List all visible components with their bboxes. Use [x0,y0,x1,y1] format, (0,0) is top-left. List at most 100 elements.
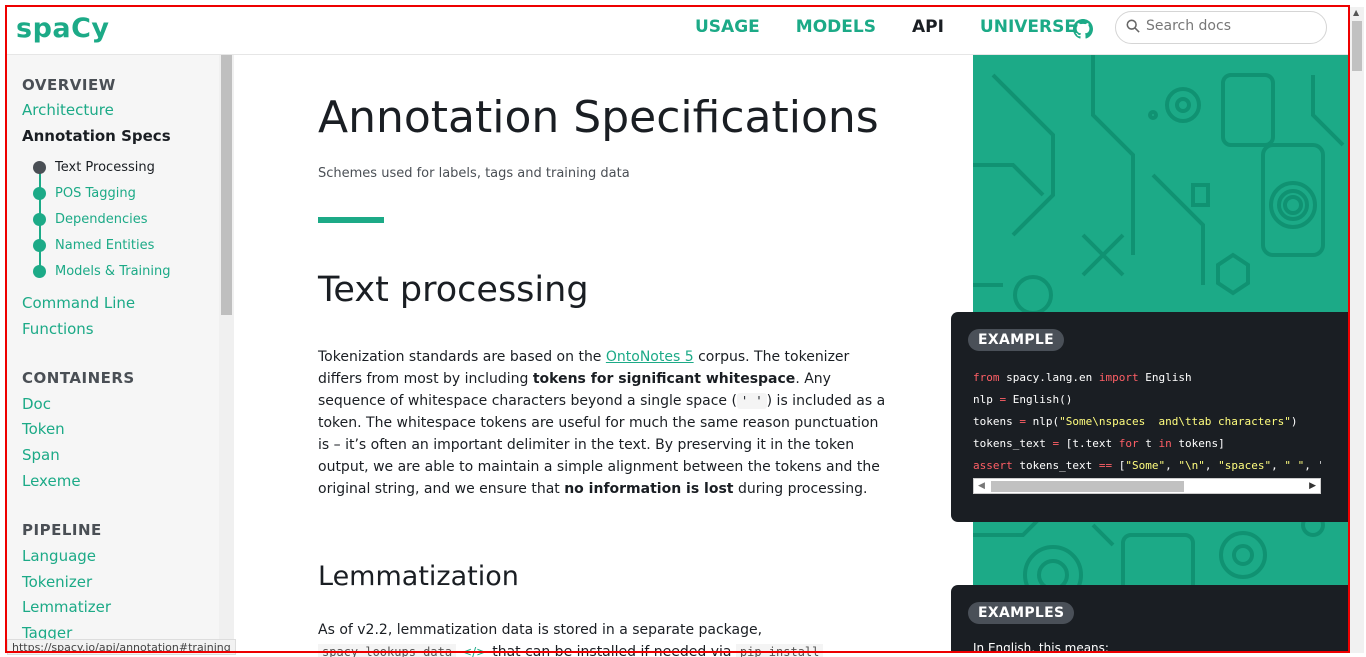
subnav-label: POS Tagging [55,186,136,201]
subnav-dependencies[interactable]: Dependencies [33,212,148,227]
code-text: tokens_text [973,437,1053,450]
sidebar-item-doc[interactable]: Doc [22,395,51,413]
subnav-named-entities[interactable]: Named Entities [33,238,154,253]
nav-universe-link[interactable]: UNIVERSE [980,17,1076,37]
inline-code: pip install [735,644,824,657]
code-text: English() [1006,393,1073,406]
current-dot-icon [33,161,46,174]
code-string: "spaces" [1218,459,1272,472]
scroll-right-arrow-icon[interactable]: ▶ [1309,481,1316,491]
subnav-label: Dependencies [55,212,148,227]
status-bar-url: https://spacy.io/api/annotation#training [7,639,236,655]
nav-usage-link[interactable]: USAGE [695,17,760,37]
subnav-pos-tagging[interactable]: POS Tagging [33,186,136,201]
example-label: EXAMPLE [968,329,1064,351]
search-box[interactable] [1115,11,1327,44]
code-text: nlp [973,393,1000,406]
section-title-text-processing: Text processing [318,270,589,310]
code-keyword: from [973,371,1000,384]
section-title-lemmatization: Lemmatization [318,561,519,592]
dot-icon [33,239,46,252]
example-code: from spacy.lang.en import English nlp = … [973,367,1321,479]
code-text: nlp( [1025,415,1060,428]
subnav-label: Text Processing [55,160,155,175]
code-text: tokens_text [1012,459,1099,472]
code-string: " " [1284,459,1305,472]
code-text: , [1271,459,1285,472]
page-subtitle: Schemes used for labels, tags and traini… [318,166,630,181]
sidebar: OVERVIEW Architecture Annotation Specs T… [7,55,219,653]
code-keyword: assert [973,459,1013,472]
code-scrollbar-thumb[interactable] [991,481,1184,492]
search-input[interactable] [1146,18,1316,34]
code-operator: == [1098,459,1113,472]
sidebar-scrollbar-thumb[interactable] [221,55,232,315]
sidebar-section-pipeline: PIPELINE [22,521,102,539]
sidebar-item-tokenizer[interactable]: Tokenizer [22,573,92,591]
code-text: , ' [1304,459,1321,472]
code-link-icon[interactable]: </> [462,645,486,657]
nav-api-link[interactable]: API [912,17,944,37]
code-keyword: in [1158,437,1172,450]
search-icon [1126,19,1140,33]
sidebar-item-lexeme[interactable]: Lexeme [22,472,81,490]
subnav-models-training[interactable]: Models & Training [33,264,171,279]
top-navigation: spaCy USAGE MODELS API UNIVERSE [7,7,1348,55]
para-text: during processing. [733,481,868,497]
code-text: tokens [973,415,1020,428]
scroll-up-arrow-icon[interactable]: ▲ [1353,8,1359,17]
sidebar-item-functions[interactable]: Functions [22,320,94,338]
para-text: that can be installed if needed via [492,644,732,657]
sidebar-section-overview: OVERVIEW [22,76,116,94]
para-text: Tokenization standards are based on the [318,349,606,365]
code-text: ) [1290,415,1298,428]
code-string: "Some" [1125,459,1166,472]
page-scrollbar-thumb[interactable] [1352,21,1362,71]
sidebar-item-language[interactable]: Language [22,547,96,565]
dot-icon [33,213,46,226]
github-icon[interactable] [1073,19,1093,39]
code-text: English [1138,371,1192,384]
examples-label: EXAMPLES [968,602,1075,624]
scroll-left-arrow-icon[interactable]: ◀ [978,481,985,491]
main-nav: USAGE MODELS API UNIVERSE [695,17,1112,37]
code-operator: = [1019,415,1026,428]
sidebar-item-annotation-specs[interactable]: Annotation Specs [22,127,171,145]
inline-code: spacy-lookups-data [318,644,457,657]
para-bold: no information is lost [564,481,734,497]
dot-icon [33,187,46,200]
nav-models-link[interactable]: MODELS [796,17,876,37]
sidebar-item-span[interactable]: Span [22,446,60,464]
para-text: As of v2.2, lemmatization data is stored… [318,622,763,638]
code-text: [t.text [1059,437,1119,450]
sidebar-item-architecture[interactable]: Architecture [22,101,114,119]
sidebar-section-containers: CONTAINERS [22,369,135,387]
inline-code: ' ' [736,393,767,409]
examples-text: In English, this means: [973,641,1109,655]
subnav-label: Named Entities [55,238,155,253]
sidebar-item-token[interactable]: Token [22,420,65,438]
dot-icon [33,265,46,278]
code-text: , [1204,459,1219,472]
para-bold: tokens for significant whitespace [532,371,796,387]
code-text: tokens] [1171,437,1225,450]
page-title: Annotation Specifications [318,92,879,143]
code-keyword: for [1118,437,1139,450]
code-keyword: import [1098,371,1139,384]
code-string: "\n" [1178,459,1205,472]
spacy-logo[interactable]: spaCy [16,13,110,44]
sidebar-item-command-line[interactable]: Command Line [22,294,135,312]
code-text: spacy.lang.en [999,371,1099,384]
subnav-label: Models & Training [55,264,171,279]
code-string: "Some\nspaces and\ttab characters" [1059,415,1291,428]
sidebar-item-lemmatizer[interactable]: Lemmatizer [22,598,111,616]
code-text: , [1165,459,1179,472]
accent-divider [318,217,384,223]
code-text: t [1138,437,1159,450]
code-text: [ [1112,459,1126,472]
page-scrollbar[interactable]: ▲ [1350,7,1364,653]
ontonotes-link[interactable]: OntoNotes 5 [606,349,694,365]
subnav-text-processing[interactable]: Text Processing [33,160,155,175]
lemmatization-paragraph: As of v2.2, lemmatization data is stored… [318,619,893,657]
code-horizontal-scrollbar[interactable]: ◀ ▶ [973,478,1321,494]
